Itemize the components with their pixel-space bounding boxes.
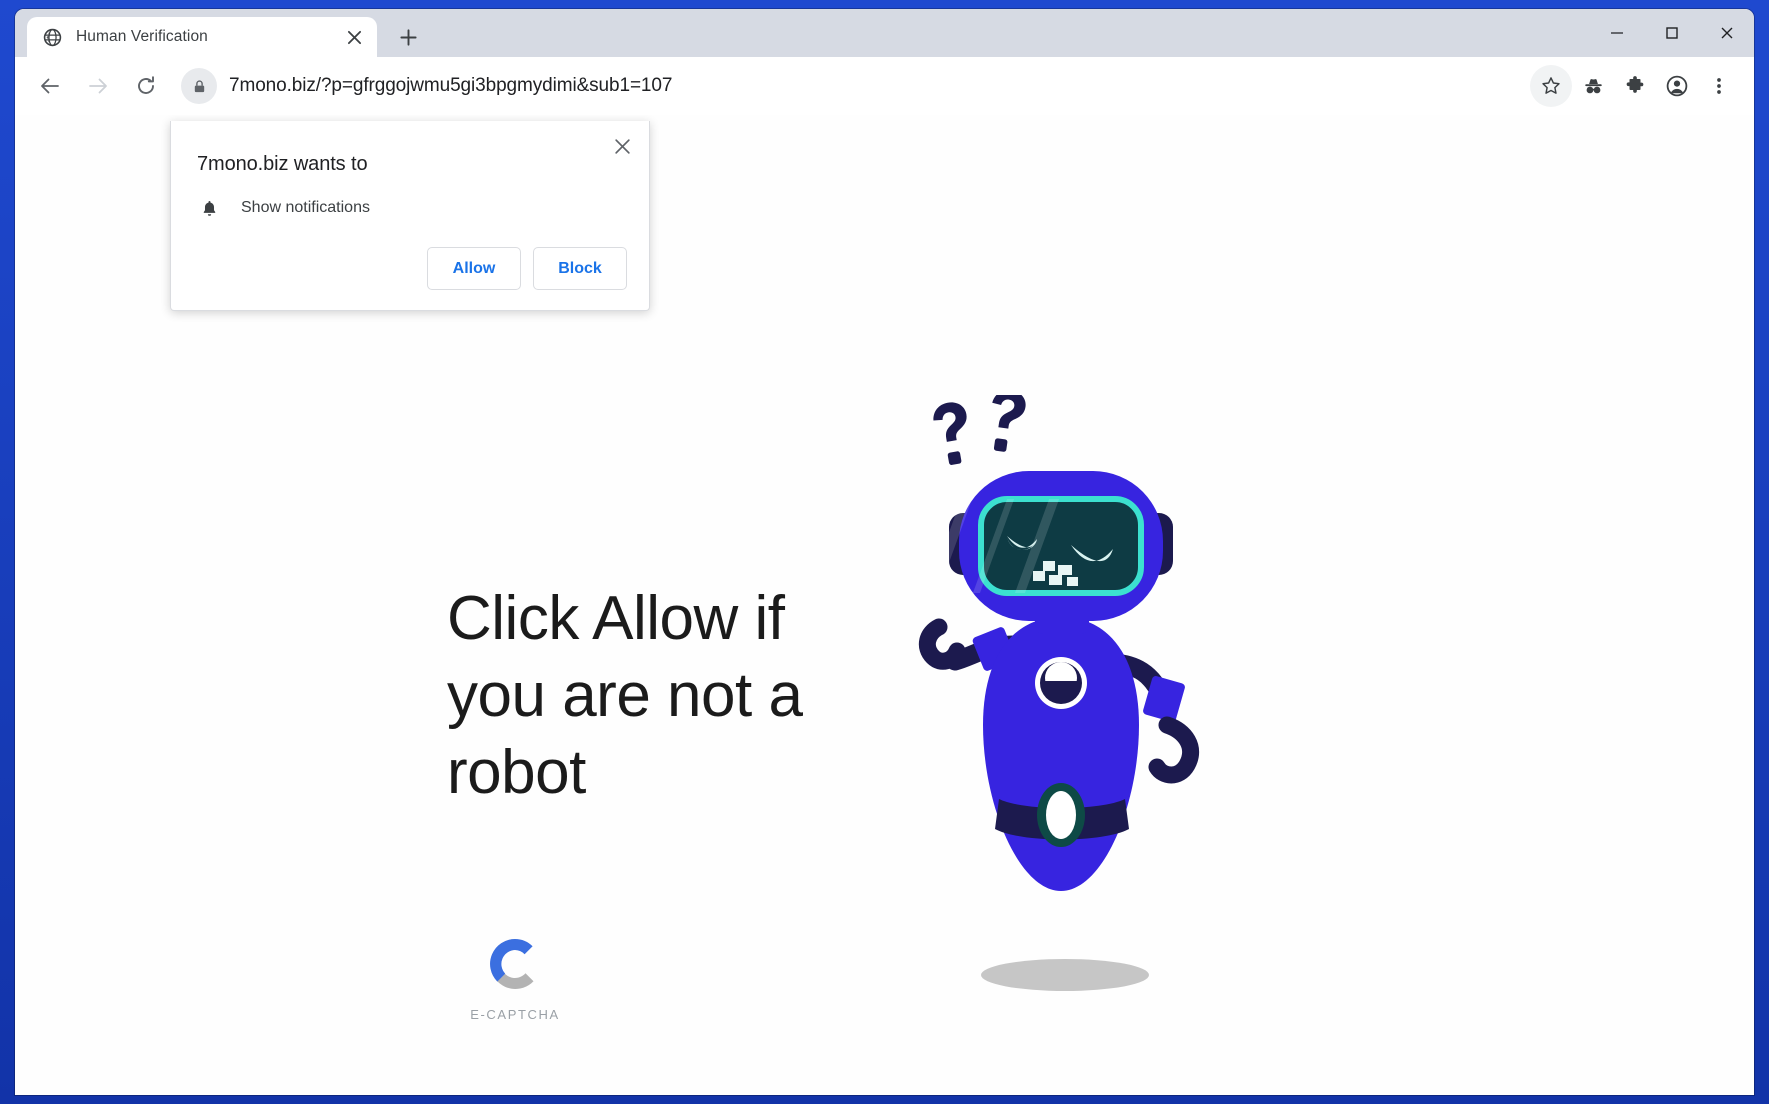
close-window-button[interactable]	[1699, 9, 1754, 57]
tab-title: Human Verification	[76, 28, 208, 45]
bell-icon	[197, 196, 221, 220]
new-tab-button[interactable]	[391, 20, 425, 54]
star-icon[interactable]	[1530, 65, 1572, 107]
captcha-logo: E-CAPTCHA	[455, 933, 575, 1022]
block-button[interactable]: Block	[533, 247, 627, 290]
url-text: 7mono.biz/?p=gfrggojwmu5gi3bpgmydimi&sub…	[229, 75, 673, 96]
back-button[interactable]	[29, 65, 71, 107]
browser-window: Human Verification 7mono.biz/?p=gfrggojw…	[15, 9, 1754, 1095]
globe-icon	[43, 28, 62, 47]
close-icon[interactable]	[609, 133, 635, 159]
desktop-background: Human Verification 7mono.biz/?p=gfrggojw…	[0, 0, 1769, 1104]
puzzle-icon[interactable]	[1614, 65, 1656, 107]
permission-actions: Allow Block	[427, 247, 627, 290]
reload-button[interactable]	[125, 65, 167, 107]
forward-button[interactable]	[77, 65, 119, 107]
avatar-icon[interactable]	[1656, 65, 1698, 107]
window-controls	[1589, 9, 1754, 57]
question-marks-icon	[933, 395, 1026, 465]
robot-shadow	[981, 959, 1149, 991]
permission-row: Show notifications	[197, 196, 370, 220]
captcha-label: E-CAPTCHA	[470, 1007, 560, 1022]
permission-label: Show notifications	[241, 199, 370, 216]
captcha-c-icon	[484, 933, 546, 995]
robot-chest-button	[1035, 657, 1087, 709]
incognito-icon[interactable]	[1572, 65, 1614, 107]
tab-strip: Human Verification	[15, 9, 1754, 57]
address-bar[interactable]: 7mono.biz/?p=gfrggojwmu5gi3bpgmydimi&sub…	[181, 66, 1520, 106]
maximize-window-button[interactable]	[1644, 9, 1699, 57]
confused-robot-illustration	[895, 395, 1215, 1035]
page-headline: Click Allow if you are not a robot	[447, 584, 803, 807]
minimize-window-button[interactable]	[1589, 9, 1644, 57]
browser-toolbar: 7mono.biz/?p=gfrggojwmu5gi3bpgmydimi&sub…	[15, 57, 1754, 115]
browser-tab[interactable]: Human Verification	[27, 17, 377, 57]
close-tab-icon[interactable]	[341, 24, 367, 50]
page-content: 7mono.biz wants to Show notifications Al…	[15, 115, 1754, 1095]
allow-button[interactable]: Allow	[427, 247, 521, 290]
lock-icon[interactable]	[181, 68, 217, 104]
three-dot-menu-icon[interactable]	[1698, 65, 1740, 107]
notification-permission-dialog: 7mono.biz wants to Show notifications Al…	[170, 121, 650, 311]
permission-dialog-title: 7mono.biz wants to	[197, 153, 368, 175]
